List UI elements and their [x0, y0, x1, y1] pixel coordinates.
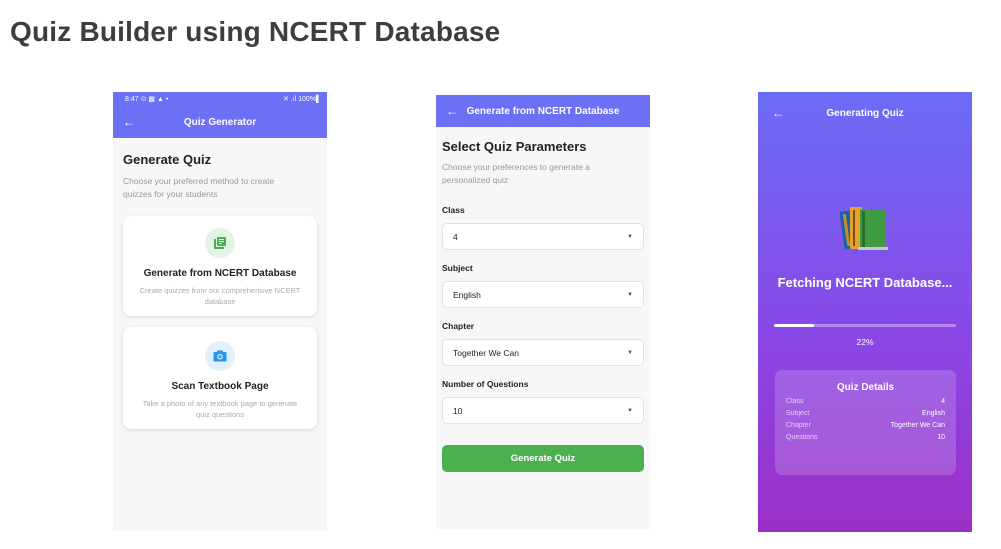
- screen-heading: Generate Quiz: [123, 152, 212, 167]
- back-arrow-icon[interactable]: ←: [446, 95, 458, 127]
- details-row-chapter: Chapter Together We Can: [786, 422, 945, 429]
- chapter-select[interactable]: Together We Can ▼: [442, 339, 644, 366]
- details-row-subject: Subject English: [786, 410, 945, 417]
- app-bar: ← Quiz Generator: [113, 106, 327, 138]
- details-key: Chapter: [786, 422, 811, 429]
- class-label: Class: [442, 205, 465, 215]
- dropdown-caret-icon: ▼: [627, 407, 633, 414]
- scan-textbook-card[interactable]: Scan Textbook Page Take a photo of any t…: [123, 327, 317, 429]
- select-value: English: [453, 289, 481, 300]
- status-left: 8:47 ⊙ ▩ ▲ •: [125, 95, 168, 103]
- class-select[interactable]: 4 ▼: [442, 223, 644, 250]
- questions-label: Number of Questions: [442, 379, 529, 389]
- details-key: Class: [786, 398, 804, 405]
- status-right: ✕ .ıl 100%▌: [282, 96, 321, 103]
- details-value: 10: [937, 434, 945, 441]
- subject-select[interactable]: English ▼: [442, 281, 644, 308]
- questions-select[interactable]: 10 ▼: [442, 397, 644, 424]
- select-value: Together We Can: [453, 347, 519, 358]
- app-bar-title: Generating Quiz: [826, 107, 904, 119]
- card-title: Generate from NCERT Database: [143, 268, 297, 279]
- status-icons: ⊙ ▩ ▲ •: [140, 96, 169, 103]
- generate-from-ncert-card[interactable]: Generate from NCERT Database Create quiz…: [123, 216, 317, 316]
- dropdown-caret-icon: ▼: [627, 291, 633, 298]
- progress-percent: 22%: [856, 337, 874, 347]
- card-description: Create quizzes from our comprehensive NC…: [139, 286, 301, 306]
- details-value: 4: [941, 398, 945, 405]
- app-bar-title: Quiz Generator: [183, 116, 257, 128]
- status-bar: 8:47 ⊙ ▩ ▲ • ✕ .ıl 100%▌: [113, 92, 327, 106]
- progress-bar: [774, 324, 956, 327]
- phone-select-parameters: ← Generate from NCERT Database Select Qu…: [436, 95, 650, 529]
- details-value: English: [922, 410, 945, 417]
- details-value: Together We Can: [890, 422, 945, 429]
- subject-label: Subject: [442, 263, 473, 273]
- details-key: Subject: [786, 410, 810, 417]
- screen-subtitle: Choose your preferred method to create q…: [123, 176, 275, 199]
- books-icon: [839, 205, 890, 258]
- phone-generating-quiz: ← Generating Quiz Fetching NCERT Databas…: [758, 92, 972, 532]
- fetching-status-text: Fetching NCERT Database...: [777, 275, 953, 290]
- generate-quiz-button[interactable]: Generate Quiz: [442, 445, 644, 472]
- back-arrow-icon[interactable]: ←: [123, 106, 135, 138]
- camera-icon: [205, 341, 235, 371]
- details-row-class: Class 4: [786, 398, 945, 405]
- quiz-details-title: Quiz Details: [836, 382, 895, 393]
- back-arrow-icon[interactable]: ←: [772, 106, 784, 120]
- app-bar: ← Generating Quiz: [758, 92, 972, 134]
- select-value: 4: [453, 231, 458, 242]
- select-value: 10: [453, 405, 463, 416]
- chapter-label: Chapter: [442, 321, 475, 331]
- phone-quiz-generator: 8:47 ⊙ ▩ ▲ • ✕ .ıl 100%▌ ← Quiz Generato…: [113, 92, 327, 531]
- card-description: Take a photo of any textbook page to gen…: [142, 399, 298, 419]
- page-title: Quiz Builder using NCERT Database: [10, 16, 501, 47]
- screen-heading: Select Quiz Parameters: [442, 139, 587, 154]
- app-bar-title: Generate from NCERT Database: [466, 105, 620, 117]
- details-key: Questions: [786, 434, 818, 441]
- dropdown-caret-icon: ▼: [627, 233, 633, 240]
- progress-bar-fill: [774, 324, 815, 327]
- details-row-questions: Questions 10: [786, 434, 945, 441]
- card-title: Scan Textbook Page: [171, 381, 269, 392]
- app-bar: ← Generate from NCERT Database: [436, 95, 650, 127]
- screen-subtitle: Choose your preferences to generate a pe…: [442, 162, 590, 185]
- status-time: 8:47: [125, 96, 139, 103]
- quiz-details-card: Quiz Details Class 4 Subject English Cha…: [775, 370, 956, 475]
- dropdown-caret-icon: ▼: [627, 349, 633, 356]
- library-books-icon: [205, 228, 235, 258]
